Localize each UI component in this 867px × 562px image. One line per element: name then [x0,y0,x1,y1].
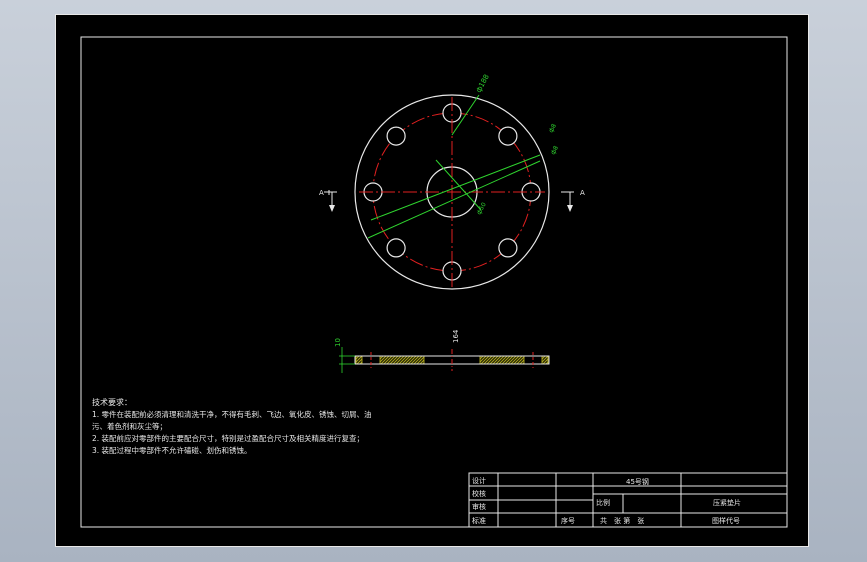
tb-review: 审核 [472,502,486,511]
tb-sheets: 共 张 第 张 [600,516,644,525]
dim-leader-2 [370,154,541,221]
tech-req-line-1: 1. 零件在装配前必须清理和清洗干净，不得有毛刺、飞边、氧化皮、锈蚀、切屑、油 [92,409,372,419]
tb-check: 校核 [472,489,486,498]
drawing-canvas: ф188 ф8 ф8 ф50 A A 10 164 技术要求： 1. 零件在装配… [80,36,788,528]
tech-req-heading: 技术要求： [92,397,132,407]
section-label-left: A [319,189,324,197]
tb-drawing-no: 图样代号 [712,516,740,525]
tb-seq-no: 序号 [561,516,575,525]
tech-req-line-2: 污、着色剂和灰尘等； [92,421,167,431]
thickness-label: 10 [334,338,342,347]
drawing-sheet: ф188 ф8 ф8 ф50 A A 10 164 技术要求： 1. 零件在装配… [55,14,809,547]
tech-req-line-4: 3. 装配过程中零部件不允许磕碰、划伤和锈蚀。 [92,445,252,455]
bolt-hole [498,126,518,146]
dim-label-d2: ф8 [548,123,558,134]
tb-material: 45号钢 [626,477,649,486]
section-marker-left: A [319,189,337,212]
section-view: 10 164 [334,329,550,373]
tech-requirements: 技术要求： 1. 零件在装配前必须清理和清洗干净，不得有毛刺、飞边、氧化皮、锈蚀… [92,397,372,455]
tb-scale: 比例 [596,498,610,507]
bolt-hole [386,238,406,258]
bolt-hole [498,238,518,258]
dim-label-d3: ф8 [550,145,560,156]
bolt-hole [386,126,406,146]
flange-top-view: ф188 ф8 ф8 ф50 [354,73,560,290]
section-label-right: A [580,189,585,197]
tb-standard: 标准 [472,516,486,525]
dim-label-d1: ф188 [475,73,491,94]
tb-part-name: 压紧垫片 [713,498,741,507]
width-label: 164 [452,329,460,343]
dim-label-d4: ф50 [476,201,488,216]
tb-design: 设计 [472,476,486,485]
tech-req-line-3: 2. 装配前应对零部件的主要配合尺寸，特别是过盈配合尺寸及相关精度进行复查； [92,433,364,443]
section-marker-right: A [561,189,585,212]
dim-leader-1 [367,160,541,239]
